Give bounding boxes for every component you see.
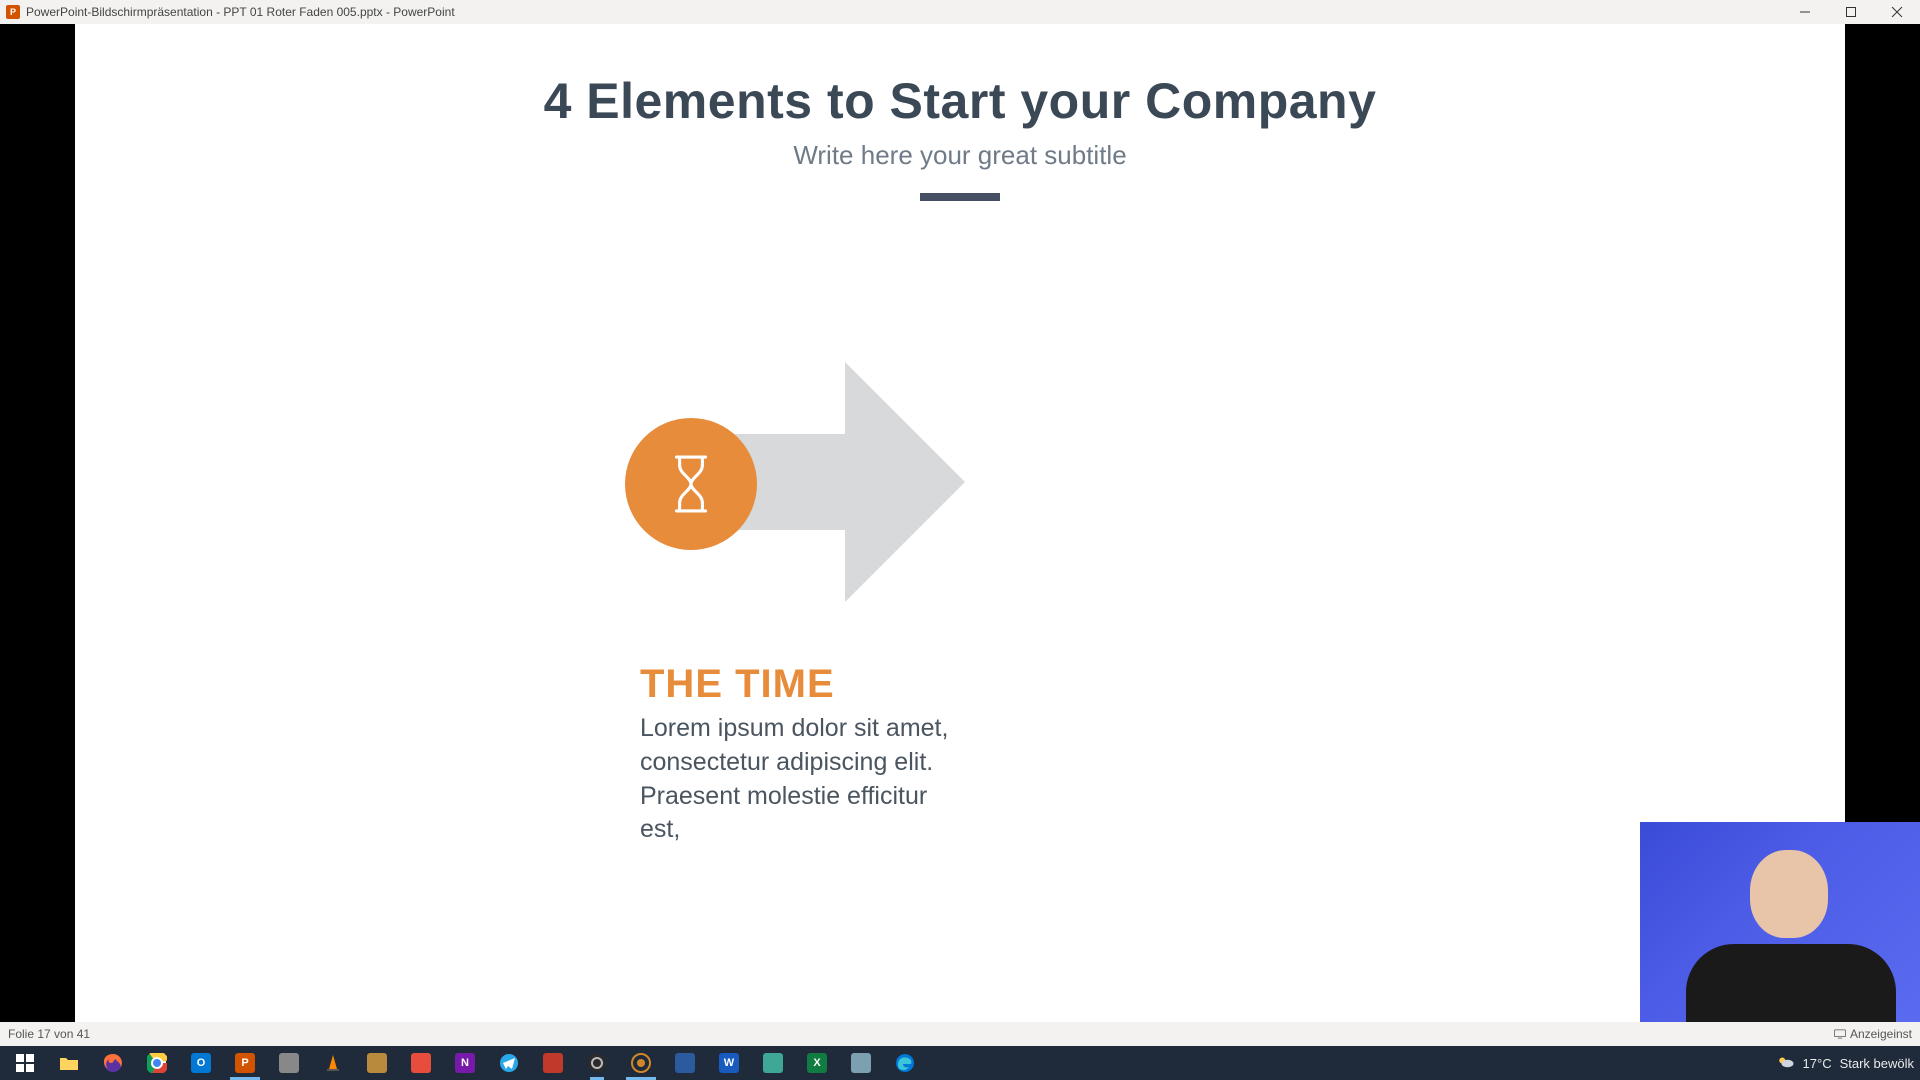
taskbar-app-20[interactable] xyxy=(840,1048,882,1078)
arrow-head-shape xyxy=(845,362,965,602)
taskbar-obs[interactable] xyxy=(576,1048,618,1078)
system-tray[interactable]: 17°C Stark bewölk xyxy=(1777,1046,1914,1080)
slide-content: 4 Elements to Start your Company Write h… xyxy=(75,72,1845,1022)
taskbar-edge[interactable] xyxy=(884,1048,926,1078)
window-title: PowerPoint-Bildschirmpräsentation - PPT … xyxy=(26,5,455,19)
presenter-statusbar: Folie 17 von 41 Anzeigeinst xyxy=(0,1022,1920,1046)
maximize-button[interactable] xyxy=(1828,0,1874,24)
taskbar-app-15[interactable] xyxy=(620,1048,662,1078)
display-settings-button[interactable]: Anzeigeinst xyxy=(1834,1027,1912,1041)
weather-icon[interactable] xyxy=(1777,1053,1795,1074)
element-title: THE TIME xyxy=(640,662,835,707)
presenter-webcam-overlay xyxy=(1640,822,1920,1022)
element-body-text: Lorem ipsum dolor sit amet, consectetur … xyxy=(640,712,960,847)
taskbar-start[interactable] xyxy=(4,1048,46,1078)
taskbar-app-13[interactable] xyxy=(532,1048,574,1078)
taskbar-excel[interactable]: X xyxy=(796,1048,838,1078)
taskbar-chrome[interactable] xyxy=(136,1048,178,1078)
presentation-stage[interactable]: 4 Elements to Start your Company Write h… xyxy=(0,24,1920,1022)
taskbar-app-9[interactable] xyxy=(356,1048,398,1078)
slide-counter: Folie 17 von 41 xyxy=(8,1027,90,1041)
slide-title: 4 Elements to Start your Company xyxy=(75,72,1845,130)
taskbar-firefox[interactable] xyxy=(92,1048,134,1078)
weather-text: Stark bewölk xyxy=(1840,1056,1914,1071)
weather-temp: 17°C xyxy=(1803,1056,1832,1071)
taskbar-app-10[interactable] xyxy=(400,1048,442,1078)
slide-subtitle: Write here your great subtitle xyxy=(75,140,1845,171)
taskbar-onenote[interactable]: N xyxy=(444,1048,486,1078)
taskbar-app-7[interactable] xyxy=(268,1048,310,1078)
slide-divider xyxy=(920,193,1000,201)
windows-taskbar: OP N W X 17°C Stark bewölk xyxy=(0,1046,1920,1080)
hourglass-icon xyxy=(625,418,757,550)
taskbar-outlook[interactable]: O xyxy=(180,1048,222,1078)
minimize-button[interactable] xyxy=(1782,0,1828,24)
taskbar-vlc[interactable] xyxy=(312,1048,354,1078)
arrow-shape-group xyxy=(635,362,935,602)
app-icon-powerpoint: P xyxy=(6,5,20,19)
taskbar-word[interactable]: W xyxy=(708,1048,750,1078)
close-button[interactable] xyxy=(1874,0,1920,24)
taskbar-app-18[interactable] xyxy=(752,1048,794,1078)
taskbar-powerpoint[interactable]: P xyxy=(224,1048,266,1078)
window-titlebar: P PowerPoint-Bildschirmpräsentation - PP… xyxy=(0,0,1920,24)
taskbar-app-16[interactable] xyxy=(664,1048,706,1078)
taskbar-file-explorer[interactable] xyxy=(48,1048,90,1078)
taskbar-telegram[interactable] xyxy=(488,1048,530,1078)
